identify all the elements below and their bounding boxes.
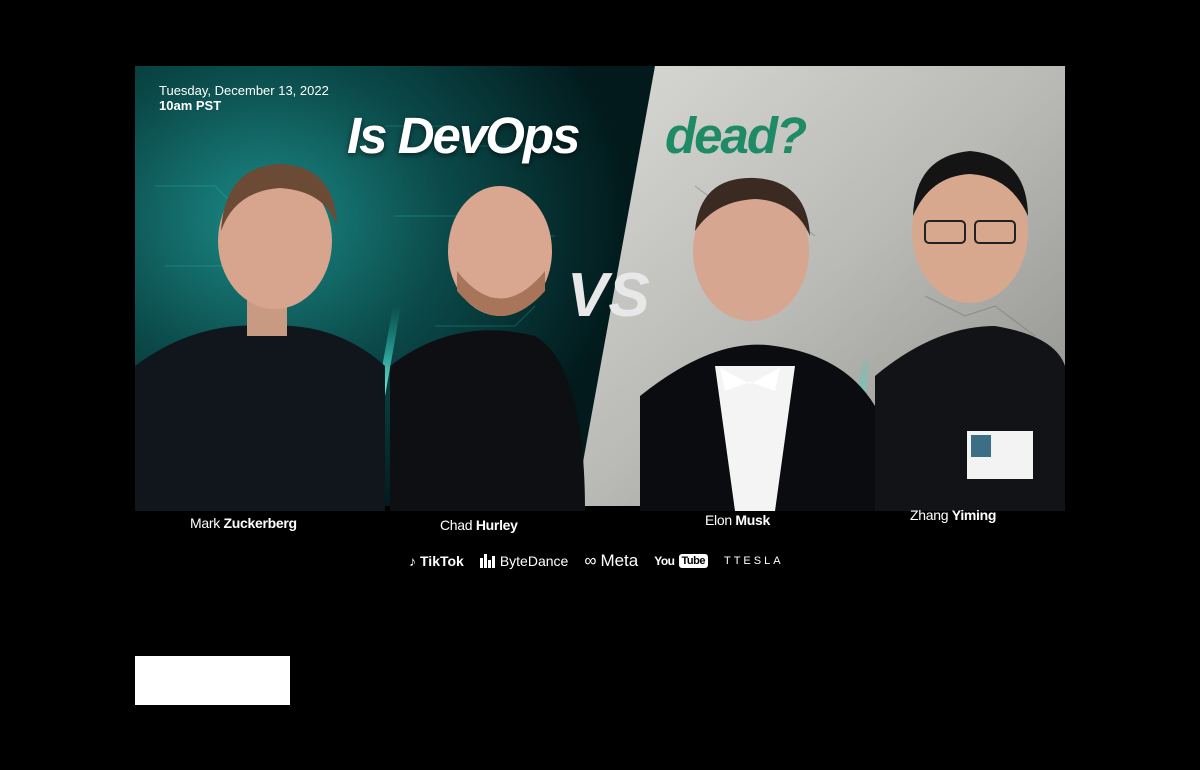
speaker-first-name: Chad xyxy=(440,517,473,533)
bytedance-icon xyxy=(479,554,495,568)
speaker-last-name: Musk xyxy=(735,512,771,528)
speaker-name-2: Chad Hurley xyxy=(440,517,518,533)
event-date: Tuesday, December 13, 2022 xyxy=(159,83,329,98)
event-datetime: Tuesday, December 13, 2022 10am PST xyxy=(159,83,329,113)
tiktok-logo: ♪ TikTok xyxy=(409,553,464,569)
tesla-logo: TTESLA xyxy=(723,555,784,567)
speaker-name-1: Mark Zuckerberg xyxy=(190,515,297,531)
meta-logo: ∞ Meta xyxy=(584,551,639,570)
speaker-first-name: Zhang xyxy=(910,507,949,523)
speaker-name-4: Zhang Yiming xyxy=(910,507,996,523)
event-banner: Tuesday, December 13, 2022 10am PST Is D… xyxy=(135,66,1065,590)
meta-infinity-icon: ∞ xyxy=(584,551,597,570)
speaker-last-name: Hurley xyxy=(475,517,518,533)
versus-mark: VS xyxy=(567,261,650,330)
event-time: 10am PST xyxy=(159,98,222,113)
youtube-logo: You Tube xyxy=(654,554,708,568)
speaker-last-name: Yiming xyxy=(951,507,997,523)
headline-right: dead? xyxy=(665,107,807,164)
speaker-first-name: Elon xyxy=(705,512,732,528)
versus-text: VS xyxy=(567,261,650,330)
bytedance-logo: ByteDance xyxy=(479,553,568,569)
speaker-name-3: Elon Musk xyxy=(705,512,770,528)
tiktok-icon: ♪ xyxy=(409,553,416,569)
speaker-last-name: Zuckerberg xyxy=(223,515,298,531)
blank-white-block xyxy=(135,656,290,705)
speaker-first-name: Mark xyxy=(190,515,220,531)
headline-left: Is DevOps xyxy=(347,107,580,164)
company-logos: ♪ TikTok ByteDance ∞ Meta You Tube TTESLA xyxy=(409,551,784,571)
